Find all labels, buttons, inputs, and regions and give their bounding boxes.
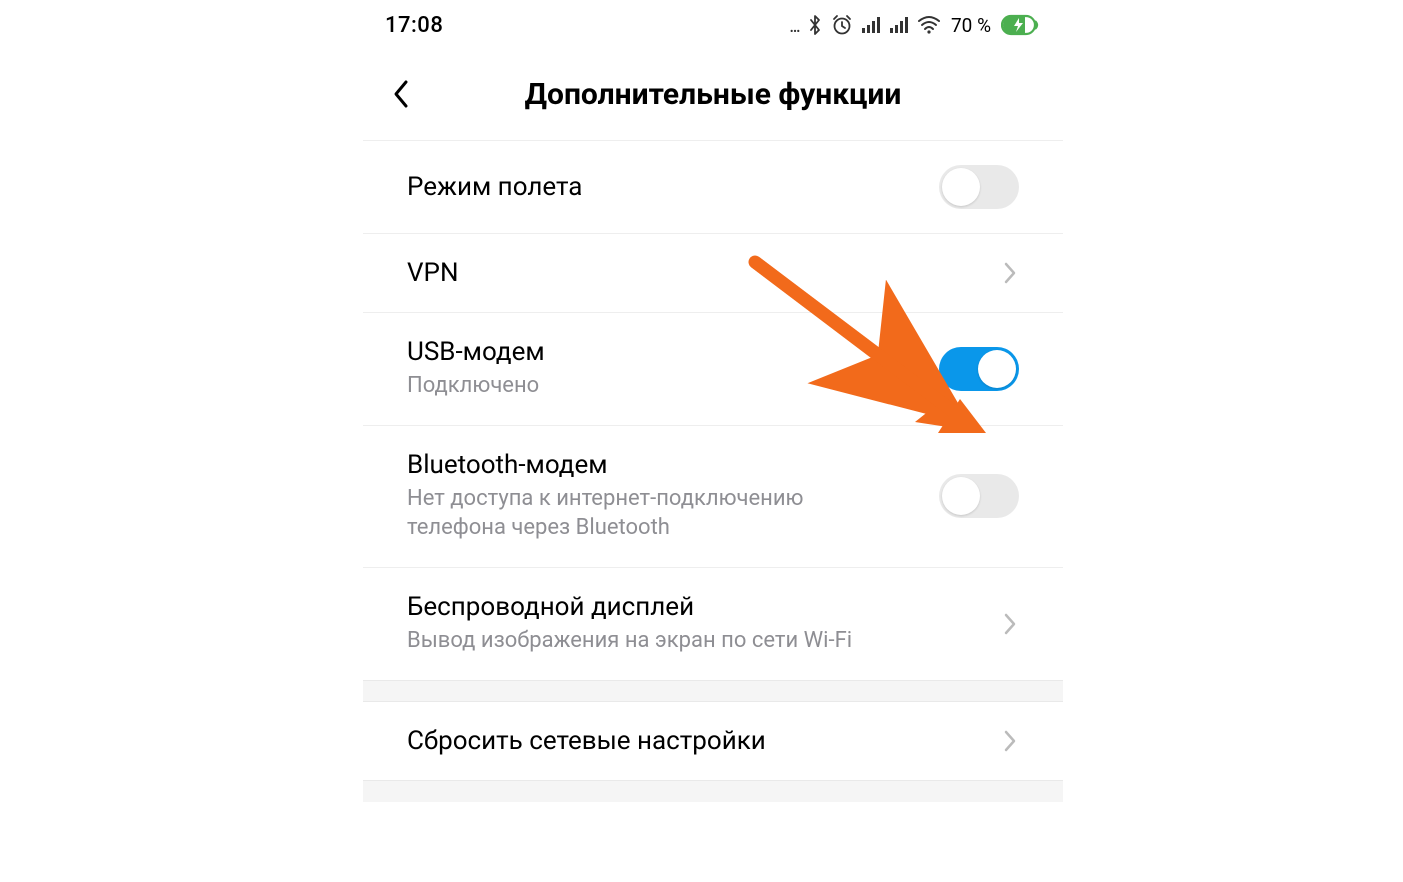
row-wireless-display[interactable]: Беспроводной дисплей Вывод изображения н… [363, 568, 1063, 680]
back-button[interactable] [381, 74, 421, 114]
chevron-right-icon [1001, 610, 1019, 638]
section-gap [363, 680, 1063, 702]
bluetooth-icon [807, 14, 823, 36]
status-bar: 17:08 ... 70 % [363, 0, 1063, 46]
page-header: Дополнительные функции [363, 46, 1063, 141]
row-vpn[interactable]: VPN [363, 234, 1063, 313]
row-vpn-title: VPN [407, 258, 931, 288]
section-gap-bottom [363, 780, 1063, 802]
chevron-right-icon [1001, 727, 1019, 755]
row-wireless-display-subtitle: Вывод изображения на экран по сети Wi-Fi [407, 626, 931, 656]
more-dots-icon: ... [789, 13, 799, 37]
row-wireless-display-title: Беспроводной дисплей [407, 592, 931, 622]
row-bluetooth-modem-subtitle: Нет доступа к интернет-подключению телеф… [407, 484, 869, 543]
toggle-usb-modem[interactable] [939, 347, 1019, 391]
row-usb-modem[interactable]: USB-модем Подключено [363, 313, 1063, 426]
battery-charging-icon [1001, 14, 1041, 36]
battery-percent: 70 % [951, 14, 991, 37]
row-airplane-mode[interactable]: Режим полета [363, 141, 1063, 234]
chevron-right-icon [1001, 259, 1019, 287]
row-bluetooth-modem[interactable]: Bluetooth-модем Нет доступа к интернет-п… [363, 426, 1063, 568]
toggle-airplane-mode[interactable] [939, 165, 1019, 209]
row-usb-modem-title: USB-модем [407, 337, 869, 367]
row-bluetooth-modem-title: Bluetooth-модем [407, 450, 869, 480]
status-icons: ... 70 % [789, 13, 1041, 37]
row-reset-network-title: Сбросить сетевые настройки [407, 726, 931, 756]
settings-list: Режим полета VPN USB-модем Подключено Bl… [363, 141, 1063, 802]
row-reset-network[interactable]: Сбросить сетевые настройки [363, 702, 1063, 780]
chevron-left-icon [391, 78, 411, 110]
row-airplane-mode-title: Режим полета [407, 172, 869, 202]
toggle-bluetooth-modem[interactable] [939, 474, 1019, 518]
signal-icon-2 [889, 16, 909, 34]
status-time: 17:08 [385, 13, 443, 38]
wifi-icon [917, 15, 941, 35]
alarm-icon [831, 14, 853, 36]
signal-icon-1 [861, 16, 881, 34]
row-usb-modem-subtitle: Подключено [407, 371, 869, 401]
phone-frame: 17:08 ... 70 % [363, 0, 1063, 882]
page-title: Дополнительные функции [363, 77, 1063, 112]
